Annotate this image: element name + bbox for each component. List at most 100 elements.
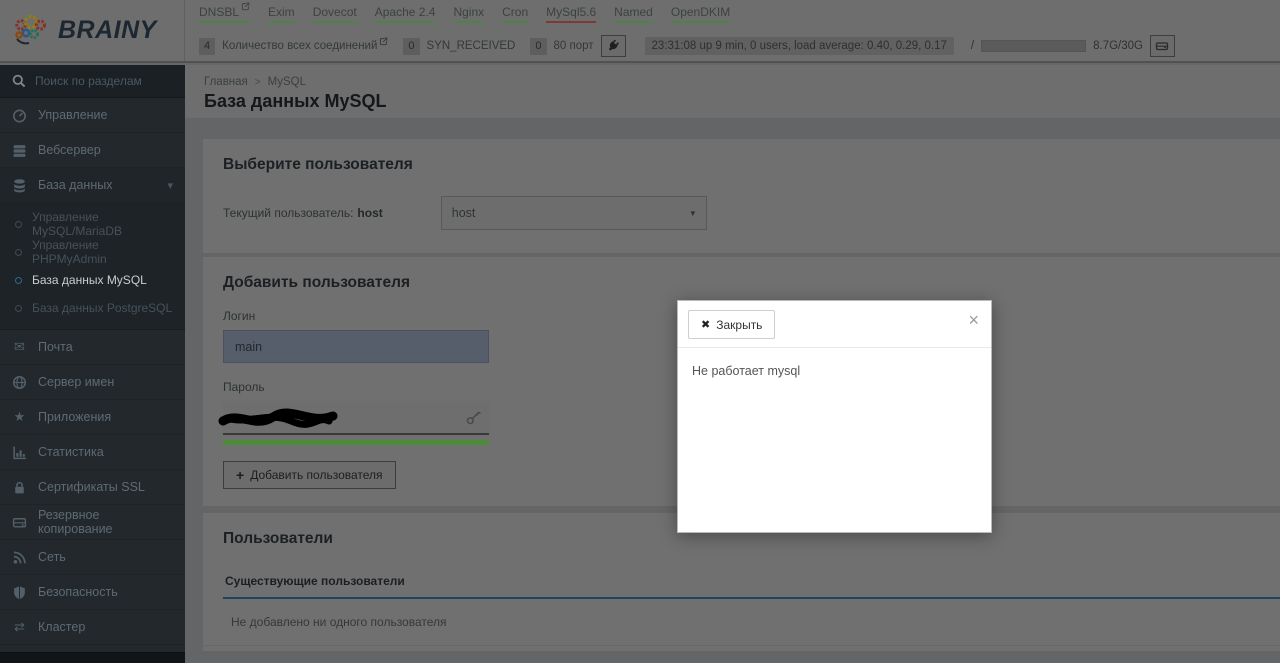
server-icon bbox=[12, 143, 27, 158]
plus-icon: + bbox=[236, 467, 244, 483]
disk-usage-progressbar bbox=[981, 40, 1086, 52]
users-empty-row: Не добавлено ни одного пользователя bbox=[203, 599, 1280, 646]
content-header: Главная > MySQL База данных MySQL bbox=[185, 65, 1280, 118]
search-icon bbox=[12, 74, 26, 88]
brainy-brain-icon bbox=[12, 13, 52, 49]
service-link-opendkim[interactable]: OpenDKIM bbox=[671, 5, 730, 23]
service-link-named[interactable]: Named bbox=[614, 5, 653, 23]
sidebar-item-label: Приложения bbox=[38, 410, 111, 424]
external-link-icon bbox=[241, 2, 250, 19]
sidebar-item-label: Статистика bbox=[38, 445, 104, 459]
network-icon bbox=[12, 550, 27, 565]
uptime-status: 23:31:08 up 9 min, 0 users, load average… bbox=[645, 37, 954, 55]
sidebar-item-webserver[interactable]: Вебсервер bbox=[0, 133, 185, 168]
port-label: 80 порт bbox=[554, 40, 594, 52]
connections-count-badge: 4 bbox=[199, 38, 215, 55]
sidebar-item-management[interactable]: Управление bbox=[0, 98, 185, 133]
hdd-icon bbox=[1155, 39, 1169, 53]
key-icon bbox=[466, 410, 481, 425]
breadcrumb-separator: > bbox=[255, 77, 261, 88]
disk-info-button[interactable] bbox=[1150, 35, 1175, 57]
notification-modal: ✖ Закрыть × Не работает mysql bbox=[677, 300, 992, 533]
select-user-panel: Выберите пользователя Текущий пользовате… bbox=[203, 139, 1280, 253]
user-select-dropdown[interactable]: host ▼ bbox=[441, 196, 707, 230]
plug-icon bbox=[606, 39, 620, 53]
database-submenu: Управление MySQL/MariaDB Управление PHPM… bbox=[0, 203, 185, 330]
sidebar-item-label: Безопасность bbox=[38, 585, 118, 599]
submenu-item-label: База данных MySQL bbox=[32, 273, 147, 287]
star-icon: ★ bbox=[12, 409, 27, 425]
sidebar-subitem-postgresql-db[interactable]: База данных PostgreSQL bbox=[0, 294, 185, 322]
sidebar-subitem-phpmyadmin[interactable]: Управление PHPMyAdmin bbox=[0, 238, 185, 266]
submenu-item-label: Управление MySQL/MariaDB bbox=[32, 210, 173, 238]
sidebar-item-backup[interactable]: Резервное копирование bbox=[0, 505, 185, 540]
service-link-nginx[interactable]: Nginx bbox=[453, 5, 484, 23]
sidebar-item-nameserver[interactable]: Сервер имен bbox=[0, 365, 185, 400]
service-link-cron[interactable]: Cron bbox=[502, 5, 528, 23]
service-link-dnsbl[interactable]: DNSBL bbox=[199, 5, 250, 23]
disk-separator: / bbox=[971, 40, 974, 52]
modal-close-button-label: Закрыть bbox=[716, 318, 762, 332]
sidebar-item-mail[interactable]: ✉ Почта bbox=[0, 330, 185, 365]
sidebar-item-security[interactable]: Безопасность bbox=[0, 575, 185, 610]
sidebar-item-label: Резервное копирование bbox=[38, 508, 173, 536]
user-select-value: host bbox=[452, 206, 476, 220]
connections-link[interactable]: Количество всех соединений bbox=[222, 40, 388, 52]
logo[interactable]: BRAINY bbox=[0, 0, 185, 61]
sidebar-item-network[interactable]: Сеть bbox=[0, 540, 185, 575]
services-status-row: DNSBL Exim Dovecot Apache 2.4 Nginx Cron… bbox=[199, 5, 1270, 29]
sidebar-item-cluster[interactable]: ⇄ Кластер bbox=[0, 610, 185, 645]
sidebar-item-ssl-certificates[interactable]: Сертификаты SSL bbox=[0, 470, 185, 505]
close-x-icon: ✖ bbox=[701, 318, 710, 331]
select-user-heading: Выберите пользователя bbox=[223, 156, 1260, 174]
current-user-value: host bbox=[357, 206, 382, 220]
add-user-heading: Добавить пользователя bbox=[223, 274, 1260, 292]
modal-close-button[interactable]: ✖ Закрыть bbox=[688, 310, 775, 339]
syn-count-badge: 0 bbox=[403, 38, 419, 55]
sidebar-item-label: Кластер bbox=[38, 620, 85, 634]
header-main: DNSBL Exim Dovecot Apache 2.4 Nginx Cron… bbox=[185, 0, 1280, 61]
service-link-dovecot[interactable]: Dovecot bbox=[313, 5, 357, 23]
caret-down-icon: ▼ bbox=[689, 209, 697, 218]
breadcrumb: Главная > MySQL bbox=[204, 76, 1280, 88]
search-input[interactable] bbox=[35, 74, 170, 88]
sidebar-item-statistics[interactable]: Статистика bbox=[0, 435, 185, 470]
cluster-exchange-icon: ⇄ bbox=[12, 619, 27, 635]
sidebar-item-label: Сертификаты SSL bbox=[38, 480, 145, 494]
shield-icon bbox=[12, 585, 27, 600]
sidebar-item-label: Сервер имен bbox=[38, 375, 114, 389]
disk-usage-text: 8.7G/30G bbox=[1093, 40, 1143, 52]
sidebar-item-database[interactable]: База данных ▾ bbox=[0, 168, 185, 203]
service-link-exim[interactable]: Exim bbox=[268, 5, 295, 23]
lock-icon bbox=[12, 480, 27, 495]
modal-message: Не работает mysql bbox=[678, 348, 991, 394]
sidebar-item-label: Управление bbox=[38, 108, 108, 122]
chevron-down-icon: ▾ bbox=[167, 179, 173, 192]
redacted-password-scribble bbox=[217, 407, 347, 431]
sidebar-subitem-mysql-mariadb[interactable]: Управление MySQL/MariaDB bbox=[0, 210, 185, 238]
circle-bullet-icon bbox=[15, 277, 22, 284]
top-header: BRAINY DNSBL Exim Dovecot Apache 2.4 Ngi… bbox=[0, 0, 1280, 63]
external-link-icon bbox=[379, 37, 388, 52]
modal-corner-close-icon[interactable]: × bbox=[968, 311, 979, 329]
login-input[interactable] bbox=[223, 330, 489, 363]
password-strength-bar bbox=[223, 440, 489, 445]
connections-plug-button[interactable] bbox=[601, 35, 626, 57]
service-link-mysql[interactable]: MySql5.6 bbox=[546, 5, 596, 23]
modal-header: ✖ Закрыть × bbox=[678, 301, 991, 348]
sidebar-item-applications[interactable]: ★ Приложения bbox=[0, 400, 185, 435]
sidebar-footer bbox=[0, 652, 185, 663]
password-input[interactable] bbox=[223, 401, 489, 435]
globe-icon bbox=[12, 375, 27, 390]
sidebar-subitem-mysql-db[interactable]: База данных MySQL bbox=[0, 266, 185, 294]
syn-label: SYN_RECEIVED bbox=[427, 40, 516, 52]
sidebar-item-label: Сеть bbox=[38, 550, 66, 564]
add-user-button[interactable]: + Добавить пользователя bbox=[223, 461, 396, 489]
service-link-apache[interactable]: Apache 2.4 bbox=[375, 5, 436, 23]
submenu-item-label: Управление PHPMyAdmin bbox=[32, 238, 173, 266]
breadcrumb-home-link[interactable]: Главная bbox=[204, 76, 248, 88]
submenu-item-label: База данных PostgreSQL bbox=[32, 301, 172, 315]
port-count-badge: 0 bbox=[530, 38, 546, 55]
server-stats-row: 4 Количество всех соединений 0 SYN_RECEI… bbox=[199, 31, 1270, 61]
sidebar-item-label: Вебсервер bbox=[38, 143, 101, 157]
